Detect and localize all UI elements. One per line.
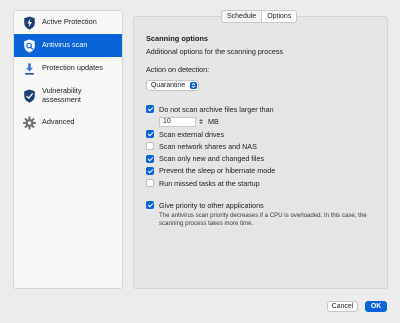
option-label: Scan network shares and NAS xyxy=(159,141,257,151)
archive-size-row: 10 MB xyxy=(146,115,381,128)
option-checkbox[interactable] xyxy=(146,130,154,139)
chevron-updown-icon xyxy=(190,82,197,89)
sidebar-item-antivirus-scan[interactable]: Antivirus scan xyxy=(14,34,122,57)
ok-button[interactable]: OK xyxy=(365,301,387,312)
sidebar-item-label: Protection updates xyxy=(42,63,103,73)
priority-note: The antivirus scan priority decreases if… xyxy=(159,212,367,228)
option-scan-network-shares[interactable]: Scan network shares and NAS xyxy=(146,140,381,152)
section-title: Scanning options xyxy=(146,34,208,43)
sidebar-item-label: Vulnerability assessment xyxy=(42,86,82,104)
option-give-priority[interactable]: Give priority to other applications xyxy=(146,199,381,211)
tab-options[interactable]: Options xyxy=(261,11,297,22)
archive-limit-checkbox[interactable] xyxy=(146,105,154,114)
option-label: Give priority to other applications xyxy=(159,200,264,210)
option-label: Scan external drives xyxy=(159,129,225,139)
option-checkbox[interactable] xyxy=(146,142,154,151)
sidebar-item-label: Advanced xyxy=(42,117,75,127)
sidebar-item-protection-updates[interactable]: Protection updates xyxy=(14,57,122,80)
options-content: Scanning options Additional options for … xyxy=(146,34,381,228)
archive-size-input[interactable]: 10 xyxy=(159,116,196,127)
stepper-down-icon[interactable] xyxy=(199,122,203,125)
archive-size-unit: MB xyxy=(208,117,219,127)
option-scan-external-drives[interactable]: Scan external drives xyxy=(146,128,381,140)
sidebar-item-advanced[interactable]: Advanced xyxy=(14,111,122,134)
archive-size-stepper[interactable] xyxy=(198,117,204,127)
option-label: Prevent the sleep or hibernate mode xyxy=(159,166,276,176)
sidebar-item-label: Active Protection xyxy=(42,17,97,27)
archive-limit-label: Do not scan archive files larger than xyxy=(159,104,274,114)
option-checkbox[interactable] xyxy=(146,201,154,210)
action-select-value: Quarantine xyxy=(151,82,186,89)
sidebar-item-vulnerability-assessment[interactable]: Vulnerability assessment xyxy=(14,80,122,111)
section-subtitle: Additional options for the scanning proc… xyxy=(146,47,284,56)
option-scan-new-changed[interactable]: Scan only new and changed files xyxy=(146,153,381,165)
vulnerability-shield-icon xyxy=(24,88,35,103)
options-panel: Scanning options Additional options for … xyxy=(133,16,388,289)
sidebar-item-active-protection[interactable]: Active Protection xyxy=(14,11,122,34)
option-checkbox[interactable] xyxy=(146,154,154,163)
option-run-missed-tasks[interactable]: Run missed tasks at the startup xyxy=(146,177,381,189)
option-checkbox[interactable] xyxy=(146,166,154,175)
sidebar: Active Protection Antivirus scan Protect… xyxy=(13,10,123,289)
option-label: Run missed tasks at the startup xyxy=(159,178,260,188)
preferences-window: Active Protection Antivirus scan Protect… xyxy=(0,0,400,323)
scan-shield-icon xyxy=(24,38,35,53)
option-checkbox[interactable] xyxy=(146,179,154,188)
tab-schedule[interactable]: Schedule xyxy=(222,11,261,22)
gear-icon xyxy=(23,115,36,130)
stepper-up-icon[interactable] xyxy=(199,119,203,122)
archive-limit-option[interactable]: Do not scan archive files larger than xyxy=(146,103,381,115)
cancel-button[interactable]: Cancel xyxy=(327,301,358,312)
sidebar-item-label: Antivirus scan xyxy=(42,40,88,50)
option-prevent-sleep[interactable]: Prevent the sleep or hibernate mode xyxy=(146,165,381,177)
option-label: Scan only new and changed files xyxy=(159,154,265,164)
action-select[interactable]: Quarantine xyxy=(146,80,199,91)
lightning-shield-icon xyxy=(24,15,35,30)
download-arrow-icon xyxy=(25,62,34,75)
segmented-tabs: Schedule Options xyxy=(221,10,298,23)
action-label: Action on detection: xyxy=(146,65,210,74)
